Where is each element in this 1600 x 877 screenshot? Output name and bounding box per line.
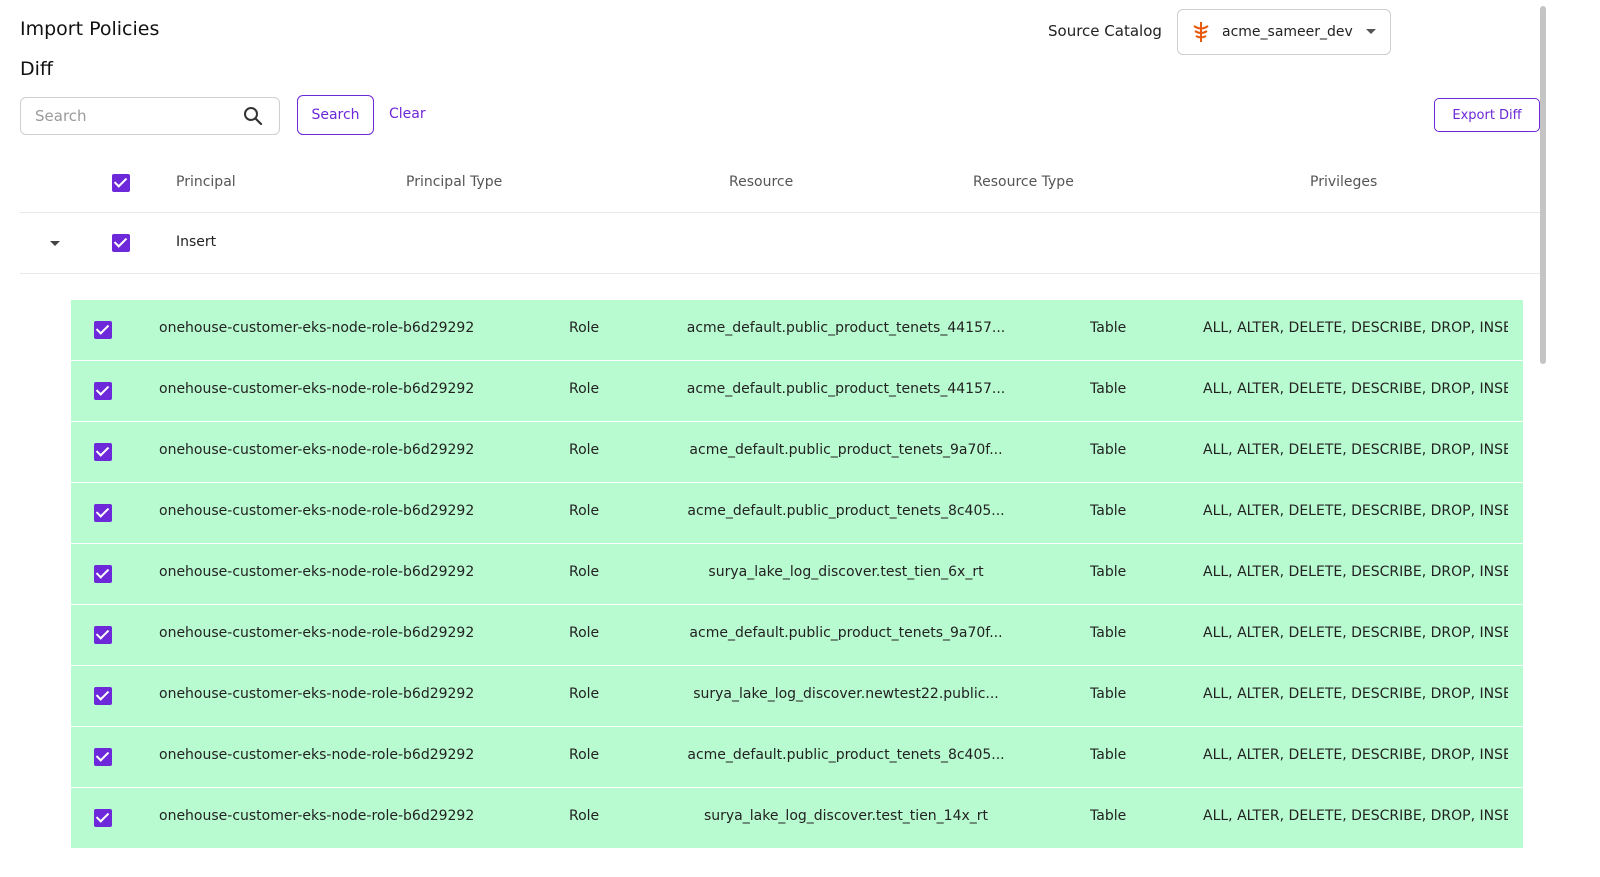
select-all-checkbox[interactable] [112,174,130,192]
cell-principal-type: Role [569,442,600,458]
cell-resource: acme_default.public_product_tenets_8c405… [687,747,1005,763]
cell-resource-type: Table [1090,808,1127,824]
cell-resource: acme_default.public_product_tenets_9a70f… [689,442,1003,458]
cell-principal: onehouse-customer-eks-node-role-b6d29292 [159,747,475,763]
cell-principal: onehouse-customer-eks-node-role-b6d29292 [159,808,475,824]
cell-resource: acme_default.public_product_tenets_8c405… [687,503,1005,519]
header-resource[interactable]: Resource [729,174,793,190]
group-row-insert: Insert [20,213,1540,274]
cell-resource-type: Table [1090,503,1127,519]
search-input[interactable] [21,98,221,134]
group-label: Insert [176,234,217,250]
table-row[interactable]: onehouse-customer-eks-node-role-b6d29292… [71,788,1523,849]
cell-privileges: ALL, ALTER, DELETE, DESCRIBE, DROP, INSE… [1203,381,1508,397]
clear-button[interactable]: Clear [389,106,426,122]
row-checkbox[interactable] [94,809,112,827]
table-row[interactable]: onehouse-customer-eks-node-role-b6d29292… [71,483,1523,544]
cell-principal-type: Role [569,625,600,641]
row-checkbox[interactable] [94,504,112,522]
chevron-down-icon [1366,29,1376,34]
row-checkbox[interactable] [94,321,112,339]
caret-down-icon[interactable] [50,241,60,246]
cell-privileges: ALL, ALTER, DELETE, DESCRIBE, DROP, INSE… [1203,625,1508,641]
cell-principal: onehouse-customer-eks-node-role-b6d29292 [159,503,475,519]
header-privileges[interactable]: Privileges [1310,174,1377,190]
cell-resource: acme_default.public_product_tenets_44157… [686,381,1006,397]
source-catalog-select[interactable]: acme_sameer_dev [1177,9,1391,55]
section-title-diff: Diff [20,58,53,80]
insert-rows: onehouse-customer-eks-node-role-b6d29292… [71,300,1523,849]
scrollbar[interactable] [1540,6,1546,364]
cell-principal-type: Role [569,320,600,336]
row-checkbox[interactable] [94,626,112,644]
export-diff-button[interactable]: Export Diff [1434,98,1540,132]
search-icon[interactable] [243,106,263,126]
cell-resource-type: Table [1090,564,1127,580]
cell-principal: onehouse-customer-eks-node-role-b6d29292 [159,381,475,397]
cell-resource-type: Table [1090,686,1127,702]
cell-privileges: ALL, ALTER, DELETE, DESCRIBE, DROP, INSE… [1203,808,1508,824]
header-resource-type[interactable]: Resource Type [973,174,1074,190]
cell-principal: onehouse-customer-eks-node-role-b6d29292 [159,564,475,580]
table-header: Principal Principal Type Resource Resour… [20,153,1540,213]
cell-resource: surya_lake_log_discover.newtest22.public… [693,686,999,702]
cell-privileges: ALL, ALTER, DELETE, DESCRIBE, DROP, INSE… [1203,320,1508,336]
cell-resource: surya_lake_log_discover.test_tien_14x_rt [703,808,989,824]
group-checkbox[interactable] [112,234,130,252]
table-row[interactable]: onehouse-customer-eks-node-role-b6d29292… [71,605,1523,666]
cell-privileges: ALL, ALTER, DELETE, DESCRIBE, DROP, INSE… [1203,747,1508,763]
source-catalog-value: acme_sameer_dev [1222,24,1353,40]
cell-principal-type: Role [569,808,600,824]
cell-principal-type: Role [569,747,600,763]
table-row[interactable]: onehouse-customer-eks-node-role-b6d29292… [71,361,1523,422]
catalog-logo-icon [1193,22,1209,42]
cell-resource-type: Table [1090,747,1127,763]
header-principal[interactable]: Principal [176,174,236,190]
table-row[interactable]: onehouse-customer-eks-node-role-b6d29292… [71,544,1523,605]
cell-principal-type: Role [569,381,600,397]
cell-resource-type: Table [1090,381,1127,397]
cell-principal-type: Role [569,686,600,702]
cell-resource: acme_default.public_product_tenets_44157… [686,320,1006,336]
cell-privileges: ALL, ALTER, DELETE, DESCRIBE, DROP, INSE… [1203,686,1508,702]
table-row[interactable]: onehouse-customer-eks-node-role-b6d29292… [71,727,1523,788]
cell-privileges: ALL, ALTER, DELETE, DESCRIBE, DROP, INSE… [1203,442,1508,458]
cell-principal: onehouse-customer-eks-node-role-b6d29292 [159,686,475,702]
row-checkbox[interactable] [94,748,112,766]
row-checkbox[interactable] [94,687,112,705]
cell-principal-type: Role [569,564,600,580]
cell-resource-type: Table [1090,320,1127,336]
row-checkbox[interactable] [94,382,112,400]
table-row[interactable]: onehouse-customer-eks-node-role-b6d29292… [71,422,1523,483]
cell-resource: surya_lake_log_discover.test_tien_6x_rt [708,564,984,580]
cell-principal-type: Role [569,503,600,519]
table-row[interactable]: onehouse-customer-eks-node-role-b6d29292… [71,666,1523,727]
cell-privileges: ALL, ALTER, DELETE, DESCRIBE, DROP, INSE… [1203,503,1508,519]
search-box [20,97,280,135]
header-principal-type[interactable]: Principal Type [406,174,502,190]
cell-resource-type: Table [1090,625,1127,641]
cell-resource: acme_default.public_product_tenets_9a70f… [689,625,1003,641]
cell-resource-type: Table [1090,442,1127,458]
source-catalog-label: Source Catalog [1048,22,1162,40]
cell-principal: onehouse-customer-eks-node-role-b6d29292 [159,442,475,458]
table-row[interactable]: onehouse-customer-eks-node-role-b6d29292… [71,300,1523,361]
cell-principal: onehouse-customer-eks-node-role-b6d29292 [159,625,475,641]
row-checkbox[interactable] [94,565,112,583]
row-checkbox[interactable] [94,443,112,461]
search-button[interactable]: Search [297,95,374,135]
cell-privileges: ALL, ALTER, DELETE, DESCRIBE, DROP, INSE… [1203,564,1508,580]
page-title: Import Policies [20,18,160,40]
cell-principal: onehouse-customer-eks-node-role-b6d29292 [159,320,475,336]
